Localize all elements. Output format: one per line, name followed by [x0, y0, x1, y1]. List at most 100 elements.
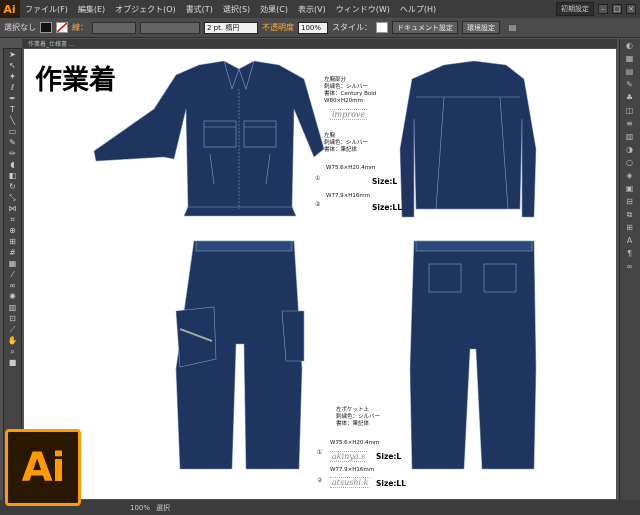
paintbrush-tool-icon[interactable]: ✎: [4, 137, 21, 148]
menu-effect[interactable]: 効果(C): [255, 4, 293, 15]
slice-tool-icon[interactable]: ⟋: [4, 324, 21, 335]
symbol-sprayer-tool-icon[interactable]: ✺: [4, 291, 21, 302]
lasso-tool-icon[interactable]: ℓ: [4, 82, 21, 93]
opacity-field[interactable]: 100%: [298, 21, 328, 34]
type-tool-icon[interactable]: T: [4, 104, 21, 115]
control-bar: 選択なし 線： 2 pt. 楕円 不透明度 100% スタイル： ドキュメント設…: [0, 18, 640, 38]
embroidery-sample-atsushi: atsushi.k: [330, 477, 371, 488]
blob-brush-tool-icon[interactable]: ◖: [4, 159, 21, 170]
eraser-tool-icon[interactable]: ◧: [4, 170, 21, 181]
zoom-level[interactable]: 100%: [130, 504, 150, 512]
artboard-canvas[interactable]: 作業着 左胸部分 刺繍色：シルバー 書体：Century Bold W80×H2…: [24, 49, 616, 499]
stroke-label[interactable]: 線：: [72, 22, 88, 33]
menu-view[interactable]: 表示(V): [293, 4, 331, 15]
magic-wand-tool-icon[interactable]: ✦: [4, 71, 21, 82]
circle-number-2: ②: [315, 201, 321, 208]
workspace-switcher[interactable]: 初期設定: [556, 2, 594, 16]
menu-file[interactable]: ファイル(F): [20, 4, 73, 15]
perspective-grid-tool-icon[interactable]: ⊞: [4, 236, 21, 247]
pathfinder-panel-icon[interactable]: ⧉: [620, 208, 639, 221]
panel-dock: ◐ ▦ ▤ ✎ ♣ ◫ ≡ ▥ ◑ ○ ◈ ▣ ⊟ ⧉ ⊞ A ¶ ∞: [619, 39, 640, 500]
shape-builder-tool-icon[interactable]: ⊕: [4, 225, 21, 236]
brush-definition-field[interactable]: 2 pt. 楕円: [204, 21, 258, 34]
fill-stroke-icon[interactable]: ■: [4, 357, 21, 368]
align-panel-icon[interactable]: ⊟: [620, 195, 639, 208]
style-label: スタイル：: [332, 23, 372, 32]
selection-status: 選択なし: [4, 23, 36, 32]
menu-type[interactable]: 書式(T): [181, 4, 218, 15]
app-logo: Ai: [0, 0, 20, 18]
transform-panel-icon[interactable]: ⊞: [620, 221, 639, 234]
document-settings-button[interactable]: ドキュメント設定: [392, 21, 458, 34]
line-tool-icon[interactable]: ╲: [4, 115, 21, 126]
free-transform-tool-icon[interactable]: ⌗: [4, 214, 21, 225]
stroke-panel-icon[interactable]: ≡: [620, 117, 639, 130]
document-tab[interactable]: 作業着_仕様書 ...: [22, 39, 617, 48]
scale-tool-icon[interactable]: ⤡: [4, 192, 21, 203]
links-panel-icon[interactable]: ∞: [620, 260, 639, 273]
menu-edit[interactable]: 編集(E): [73, 4, 110, 15]
eyedropper-tool-icon[interactable]: ⁄: [4, 269, 21, 280]
pants-note: 左ポケット上 刺繍色：シルバー 書体：筆記体: [336, 407, 381, 427]
blend-tool-icon[interactable]: ∞: [4, 280, 21, 291]
artboard-tool-icon[interactable]: ⊡: [4, 313, 21, 324]
hand-tool-icon[interactable]: ✋: [4, 335, 21, 346]
menu-window[interactable]: ウィンドウ(W): [331, 4, 395, 15]
pants-item1-size: W75.6×H20.4mm: [330, 440, 380, 446]
selection-tool-icon[interactable]: ➤: [4, 49, 21, 60]
jacket-item2-size: W77.9×H16mm: [326, 193, 371, 199]
variable-width-dropdown[interactable]: [140, 21, 200, 34]
rectangle-tool-icon[interactable]: ▭: [4, 126, 21, 137]
mesh-tool-icon[interactable]: #: [4, 247, 21, 258]
arrange-icon[interactable]: ▤: [504, 22, 521, 33]
stroke-swatch[interactable]: [56, 22, 68, 33]
jacket-item1-label: Size:L: [372, 177, 398, 186]
rotate-tool-icon[interactable]: ↻: [4, 181, 21, 192]
color-panel-icon[interactable]: ◐: [620, 39, 639, 52]
graphic-styles-icon[interactable]: ◫: [620, 104, 639, 117]
stroke-weight-dropdown[interactable]: [92, 21, 136, 34]
jacket-note-2: 左胸 刺繍色：シルバー 書体：筆記体: [324, 133, 369, 153]
pants-circle-1: ①: [317, 449, 323, 456]
layers-panel-icon[interactable]: ◈: [620, 169, 639, 182]
transparency-panel-icon[interactable]: ◑: [620, 143, 639, 156]
pants-item2-label: Size:LL: [376, 479, 406, 488]
jacket-front: [93, 60, 325, 217]
artboards-panel-icon[interactable]: ▣: [620, 182, 639, 195]
menu-bar: Ai ファイル(F) 編集(E) オブジェクト(O) 書式(T) 選択(S) 効…: [0, 0, 640, 18]
appearance-panel-icon[interactable]: ○: [620, 156, 639, 169]
pen-tool-icon[interactable]: ✒: [4, 93, 21, 104]
symbols-panel-icon[interactable]: ♣: [620, 91, 639, 104]
direct-selection-tool-icon[interactable]: ↖: [4, 60, 21, 71]
jacket-item2-label: Size:LL: [372, 203, 402, 212]
swatches-panel-icon[interactable]: ▤: [620, 65, 639, 78]
fill-swatch[interactable]: [40, 22, 52, 33]
current-tool: 選択: [156, 503, 171, 512]
minimize-icon[interactable]: –: [598, 4, 608, 14]
illustrator-logo: Ai: [5, 429, 81, 506]
pencil-tool-icon[interactable]: ✏: [4, 148, 21, 159]
jacket-back: [399, 60, 537, 218]
maximize-icon[interactable]: □: [612, 4, 622, 14]
width-tool-icon[interactable]: ⋈: [4, 203, 21, 214]
jacket-note-1: 左胸部分 刺繍色：シルバー 書体：Century Bold W80×H20mm: [324, 77, 377, 104]
style-swatch[interactable]: [376, 22, 388, 33]
paragraph-panel-icon[interactable]: ¶: [620, 247, 639, 260]
zoom-tool-icon[interactable]: ⌕: [4, 346, 21, 357]
character-panel-icon[interactable]: A: [620, 234, 639, 247]
menu-select[interactable]: 選択(S): [218, 4, 255, 15]
embroidery-sample-improve: improve: [330, 109, 368, 120]
close-icon[interactable]: ×: [626, 4, 636, 14]
opacity-label[interactable]: 不透明度: [262, 22, 294, 33]
column-graph-tool-icon[interactable]: ▥: [4, 302, 21, 313]
menu-object[interactable]: オブジェクト(O): [110, 4, 181, 15]
menu-help[interactable]: ヘルプ(H): [395, 4, 441, 15]
gradient-panel-icon[interactable]: ▥: [620, 130, 639, 143]
color-guide-icon[interactable]: ▦: [620, 52, 639, 65]
pants-circle-2: ②: [317, 477, 323, 484]
status-bar: 100% 選択: [0, 500, 640, 515]
circle-number-1: ①: [315, 175, 321, 182]
brushes-panel-icon[interactable]: ✎: [620, 78, 639, 91]
preferences-button[interactable]: 環境設定: [462, 21, 500, 34]
gradient-tool-icon[interactable]: ▦: [4, 258, 21, 269]
